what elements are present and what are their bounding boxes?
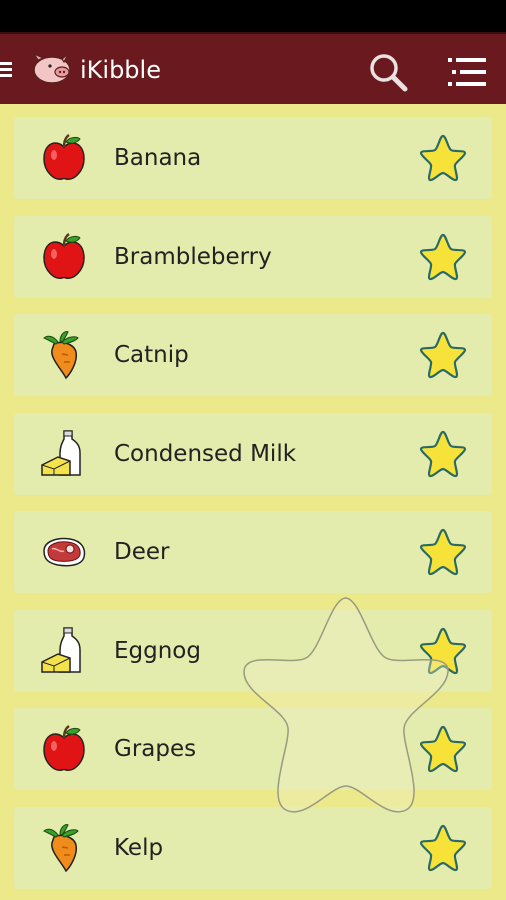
meat-icon	[40, 527, 88, 577]
item-name: Deer	[114, 539, 170, 565]
list-item[interactable]: Grapes	[14, 708, 492, 790]
item-name: Banana	[114, 145, 202, 171]
item-name: Kelp	[114, 835, 164, 861]
favorite-star-icon[interactable]	[418, 823, 468, 873]
list-item[interactable]: Catnip	[14, 314, 492, 396]
list-item[interactable]: Banana	[14, 117, 492, 199]
favorite-star-icon[interactable]	[418, 330, 468, 380]
apple-icon	[40, 133, 88, 183]
app-title: iKibble	[80, 56, 161, 84]
list-item[interactable]: Brambleberry	[14, 216, 492, 298]
apple-icon	[40, 724, 88, 774]
item-name: Condensed Milk	[114, 441, 297, 467]
list-item[interactable]: Condensed Milk	[14, 413, 492, 495]
search-icon[interactable]	[366, 50, 410, 94]
dairy-icon	[40, 429, 88, 479]
food-list[interactable]: Banana Brambleberry Catnip Condensed Mil…	[0, 104, 506, 900]
item-name: Catnip	[114, 342, 189, 368]
list-item[interactable]: Deer	[14, 511, 492, 593]
dairy-icon	[40, 626, 88, 676]
favorite-star-icon[interactable]	[418, 429, 468, 479]
list-item[interactable]: Kelp	[14, 807, 492, 889]
app-bar: iKibble	[0, 32, 506, 104]
favorite-star-icon[interactable]	[418, 232, 468, 282]
list-view-icon[interactable]	[444, 52, 490, 92]
status-bar	[0, 0, 506, 32]
item-name: Brambleberry	[114, 244, 272, 270]
favorite-star-icon[interactable]	[418, 527, 468, 577]
drawer-menu-icon[interactable]	[0, 62, 14, 78]
item-name: Eggnog	[114, 638, 201, 664]
carrot-icon	[40, 330, 88, 380]
apple-icon	[40, 232, 88, 282]
list-item[interactable]: Eggnog	[14, 610, 492, 692]
carrot-icon	[40, 823, 88, 873]
favorite-star-icon[interactable]	[418, 133, 468, 183]
pig-logo-icon	[32, 52, 71, 84]
favorite-star-icon[interactable]	[418, 724, 468, 774]
favorite-star-icon[interactable]	[418, 626, 468, 676]
item-name: Grapes	[114, 736, 197, 762]
